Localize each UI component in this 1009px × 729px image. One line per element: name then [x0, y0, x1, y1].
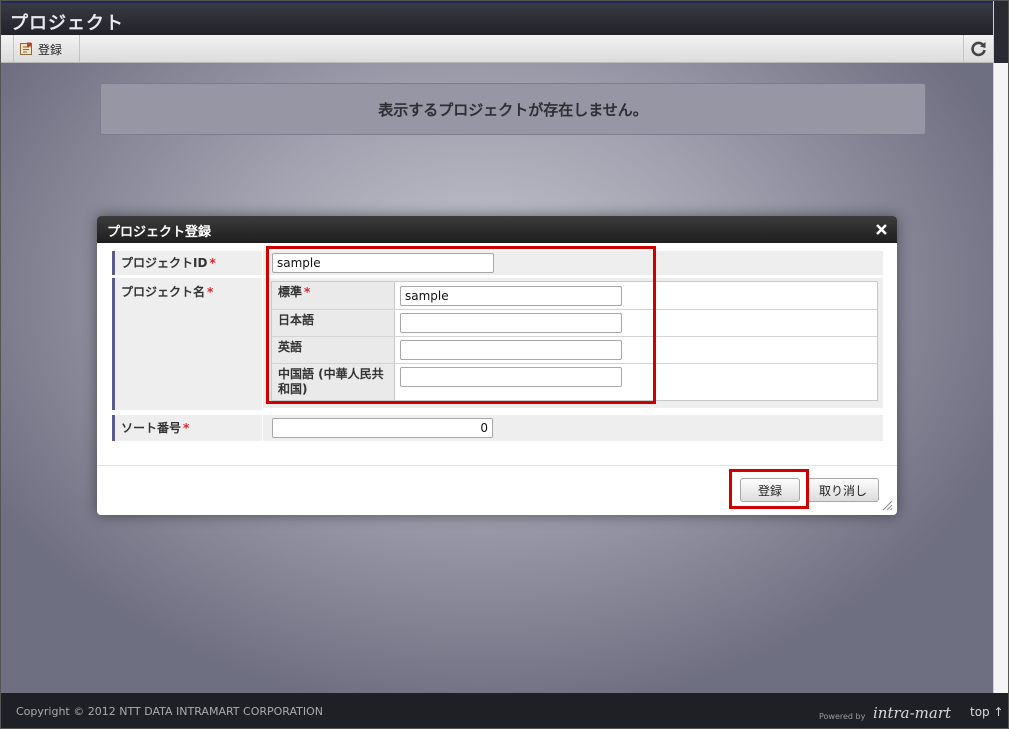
locale-label-standard: 標準 *	[272, 282, 395, 309]
project-id-label-text: プロジェクトID	[121, 256, 208, 270]
scrollbar-top	[994, 1, 1008, 63]
app-window: プロジェクト 登録 表示するプロジェクトが存在しません。 プロジェクト登録 プロ…	[0, 0, 1009, 729]
name-chinese-input[interactable]	[400, 367, 622, 387]
locale-label-text: 標準	[278, 285, 303, 299]
powered-by-text: Powered by	[819, 712, 866, 721]
toolbar-register-button[interactable]: 登録	[19, 39, 70, 59]
vertical-scrollbar[interactable]	[993, 1, 1008, 693]
locale-label-japanese: 日本語	[272, 310, 395, 336]
page-footer: Copyright © 2012 NTT DATA INTRAMART CORP…	[1, 693, 1008, 728]
name-standard-input[interactable]	[400, 286, 622, 306]
title-bar: プロジェクト	[1, 1, 993, 35]
page-title: プロジェクト	[10, 13, 124, 34]
sort-number-label: ソート番号 *	[112, 415, 262, 441]
toolbar-register-label: 登録	[38, 42, 63, 57]
toolbar-divider	[963, 35, 964, 62]
project-register-dialog: プロジェクト登録 プロジェクトID* プロジェクト名* 標準* 日本語 英語	[97, 216, 897, 515]
project-id-input[interactable]	[272, 253, 494, 273]
toolbar: 登録	[1, 35, 993, 63]
empty-notice: 表示するプロジェクトが存在しません。	[100, 83, 926, 135]
resize-grip-icon[interactable]	[881, 499, 893, 511]
arrow-up-icon: ↑	[993, 705, 1004, 719]
name-japanese-input[interactable]	[400, 313, 622, 333]
sort-number-input[interactable]	[272, 418, 493, 438]
dialog-title: プロジェクト登録	[107, 225, 212, 240]
required-mark: *	[207, 285, 214, 299]
copyright-text: Copyright © 2012 NTT DATA INTRAMART CORP…	[16, 705, 324, 718]
project-name-label: プロジェクト名 *	[112, 278, 262, 410]
close-icon[interactable]	[875, 223, 888, 236]
refresh-icon[interactable]	[969, 39, 989, 59]
register-doc-icon	[20, 42, 32, 55]
locale-name-table: 標準 * 日本語 英語 中国語 (中華人民共和国)	[271, 281, 878, 401]
toolbar-divider	[13, 35, 14, 62]
required-mark: *	[304, 285, 311, 299]
register-button[interactable]: 登録	[740, 478, 800, 502]
dialog-footer-divider	[97, 465, 897, 466]
locale-label-chinese: 中国語 (中華人民共和国)	[272, 364, 395, 400]
toolbar-divider	[79, 35, 80, 62]
cancel-button[interactable]: 取り消し	[807, 478, 879, 502]
project-id-label: プロジェクトID *	[112, 251, 262, 275]
intra-mart-logo: intra-mart	[873, 704, 952, 722]
project-name-label-text: プロジェクト名	[121, 285, 206, 299]
name-english-input[interactable]	[400, 340, 622, 360]
top-link-label: top	[970, 705, 990, 719]
back-to-top-link[interactable]: top ↑	[970, 705, 1004, 719]
locale-label-english: 英語	[272, 337, 395, 363]
required-mark: *	[209, 256, 216, 270]
sort-number-label-text: ソート番号	[121, 421, 182, 435]
dialog-header: プロジェクト登録	[97, 216, 897, 243]
required-mark: *	[183, 421, 190, 435]
